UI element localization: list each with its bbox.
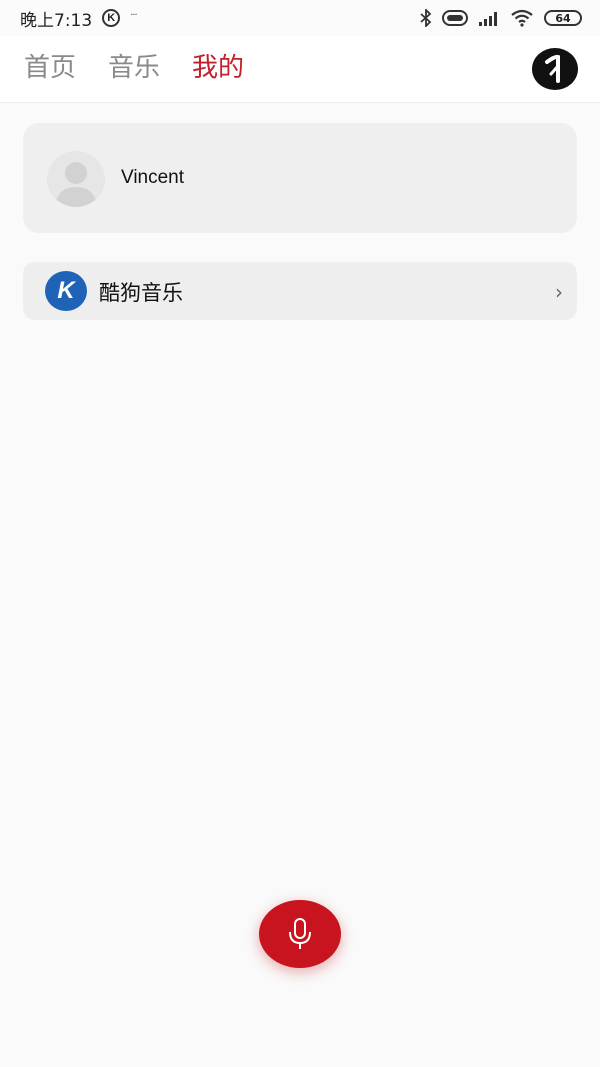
default-user-icon bbox=[55, 162, 97, 207]
kugou-notification-icon: K bbox=[102, 9, 121, 27]
kugou-logo-icon: K bbox=[45, 271, 87, 311]
battery-icon: 64 bbox=[544, 10, 582, 26]
profile-name: Vincent bbox=[121, 167, 185, 188]
status-time: 晚上7:13 bbox=[20, 10, 93, 31]
hd-battery-saver-icon bbox=[442, 10, 468, 26]
wifi-icon bbox=[511, 9, 533, 27]
assistant-logo-icon bbox=[545, 54, 560, 83]
bluetooth-icon bbox=[420, 9, 432, 27]
microphone-icon bbox=[289, 918, 311, 949]
status-right: 64 bbox=[420, 0, 582, 36]
connected-app-row[interactable]: K 酷狗音乐 › bbox=[23, 262, 577, 320]
status-bar: 晚上7:13 K ··· 64 bbox=[0, 0, 600, 36]
tab-home[interactable]: 首页 bbox=[24, 50, 76, 86]
more-notifications-icon: ··· bbox=[130, 9, 137, 21]
avatar[interactable] bbox=[47, 151, 105, 207]
voice-input-button[interactable] bbox=[259, 900, 341, 968]
tab-music[interactable]: 音乐 bbox=[108, 50, 160, 86]
status-left: 晚上7:13 K ··· bbox=[20, 0, 138, 36]
assistant-logo-button[interactable] bbox=[532, 48, 578, 90]
tab-mine[interactable]: 我的 bbox=[192, 50, 244, 86]
top-header: 首页 音乐 我的 bbox=[0, 36, 600, 103]
signal-icon bbox=[479, 12, 497, 26]
profile-card[interactable]: Vincent bbox=[23, 123, 577, 233]
app-name: 酷狗音乐 bbox=[99, 281, 183, 305]
chevron-right-icon: › bbox=[555, 280, 563, 304]
